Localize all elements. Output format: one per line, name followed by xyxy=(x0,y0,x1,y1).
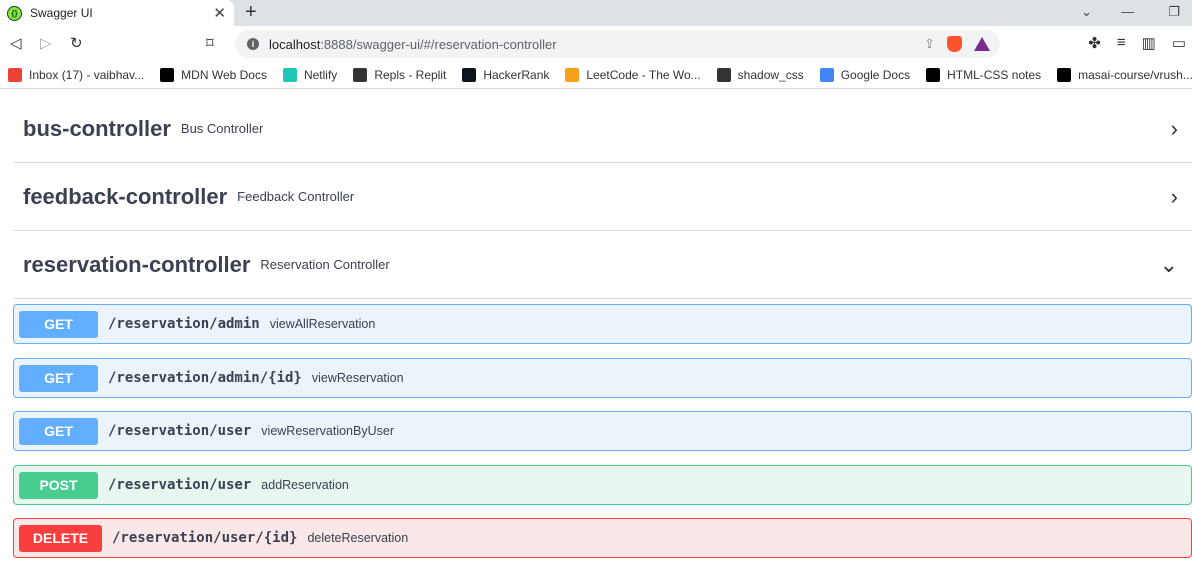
bookmarks-bar: Inbox (17) - vaibhav... MDN Web Docs Netli… xyxy=(0,62,1192,89)
google-docs-icon xyxy=(819,68,834,82)
netlify-icon xyxy=(282,68,297,82)
bookmark-item[interactable]: Inbox (17) - vaibhav... xyxy=(8,68,144,82)
operation-path: /reservation/admin xyxy=(108,316,260,332)
swagger-icon: {} xyxy=(7,5,22,21)
bookmark-icon[interactable]: ⌑ xyxy=(206,34,214,52)
url-text: localhost:8888/swagger-ui/#/reservation-… xyxy=(269,37,557,52)
operation-summary: addReservation xyxy=(261,478,349,492)
tag-description: Reservation Controller xyxy=(260,257,390,272)
url-host: localhost xyxy=(269,36,321,52)
notion-icon xyxy=(926,68,941,82)
address-bar[interactable]: i localhost:8888/swagger-ui/#/reservatio… xyxy=(235,30,1000,58)
bookmark-item[interactable]: masai-course/vrush... xyxy=(1057,68,1192,82)
browser-tab[interactable]: {} Swagger UI ✕ xyxy=(0,0,234,26)
tag-description: Feedback Controller xyxy=(237,189,355,204)
method-badge: GET xyxy=(19,364,98,392)
bookmark-label: Repls - Replit xyxy=(374,68,447,82)
method-badge: GET xyxy=(19,417,98,445)
bookmark-item[interactable]: Google Docs xyxy=(819,68,911,82)
leetcode-icon xyxy=(565,68,580,82)
forward-icon[interactable]: ▷ xyxy=(40,34,52,52)
brave-rewards-icon[interactable] xyxy=(974,37,990,51)
chevron-down-icon[interactable]: ⌄ xyxy=(1160,252,1178,278)
operation-summary: viewReservation xyxy=(311,371,404,385)
tag-section-feedback-controller[interactable]: feedback-controller Feedback Controller › xyxy=(14,163,1192,231)
bookmark-label: HTML-CSS notes xyxy=(947,68,1042,82)
new-tab-icon[interactable]: + xyxy=(245,0,257,24)
replit-icon xyxy=(353,68,368,82)
tag-section-reservation-controller[interactable]: reservation-controller Reservation Contro… xyxy=(14,231,1192,299)
bookmark-label: Google Docs xyxy=(840,68,911,82)
bookmark-label: shadow_css xyxy=(737,68,804,82)
tag-section-bus-controller[interactable]: bus-controller Bus Controller › xyxy=(14,95,1192,163)
operation-delete[interactable]: DELETE/reservation/user/{id} deleteReserv… xyxy=(13,518,1192,558)
operation-summary: deleteReservation xyxy=(307,531,409,545)
chevron-right-icon[interactable]: › xyxy=(1171,184,1178,210)
operation-path: /reservation/user/{id} xyxy=(112,530,298,546)
minimize-icon[interactable]: — xyxy=(1121,4,1134,19)
bookmark-label: masai-course/vrush... xyxy=(1078,68,1192,82)
tab-strip: {} Swagger UI ✕ + ⌄ — ❐ xyxy=(0,0,1192,26)
bookmark-label: HackerRank xyxy=(483,68,550,82)
sidebar-icon[interactable]: ▥ xyxy=(1142,34,1156,52)
bookmark-item[interactable]: MDN Web Docs xyxy=(160,68,267,82)
operation-get[interactable]: GET/reservation/admin/{id} viewReservatio… xyxy=(13,358,1192,398)
operation-get[interactable]: GET/reservation/user viewReservationByUse… xyxy=(13,411,1192,451)
bookmark-item[interactable]: LeetCode - The Wo... xyxy=(565,68,701,82)
gmail-icon xyxy=(8,68,22,82)
site-info-icon[interactable]: i xyxy=(247,38,259,50)
bookmark-label: Netlify xyxy=(303,68,338,82)
shadow-css-icon xyxy=(716,68,731,82)
operation-path: /reservation/user xyxy=(108,423,252,439)
operation-summary: viewAllReservation xyxy=(269,317,376,331)
bookmark-item[interactable]: Netlify xyxy=(282,68,338,82)
bookmark-item[interactable]: shadow_css xyxy=(716,68,804,82)
close-tab-icon[interactable]: ✕ xyxy=(213,4,226,22)
tag-description: Bus Controller xyxy=(180,121,264,136)
back-icon[interactable]: ◁ xyxy=(10,34,22,52)
share-icon[interactable]: ⇪ xyxy=(924,36,935,52)
github-icon xyxy=(1057,68,1072,82)
tag-name: feedback-controller xyxy=(23,183,228,209)
bookmark-label: LeetCode - The Wo... xyxy=(586,68,701,82)
operation-path: /reservation/admin/{id} xyxy=(108,370,302,386)
tab-search-icon[interactable]: ⌄ xyxy=(1081,4,1092,20)
method-badge: DELETE xyxy=(19,524,102,552)
tab-title: Swagger UI xyxy=(30,6,93,20)
hackerrank-icon xyxy=(462,68,477,82)
wallet-icon[interactable]: ▭ xyxy=(1172,34,1186,52)
mdn-icon xyxy=(160,68,175,82)
bookmark-item[interactable]: HTML-CSS notes xyxy=(926,68,1041,82)
method-badge: POST xyxy=(19,471,98,499)
restore-icon[interactable]: ❐ xyxy=(1168,4,1180,20)
extensions-icon[interactable]: ✤ xyxy=(1088,34,1101,52)
operation-get[interactable]: GET/reservation/admin viewAllReservation xyxy=(13,304,1192,344)
operation-path: /reservation/user xyxy=(108,477,252,493)
url-path: :8888/swagger-ui/#/reservation-controlle… xyxy=(320,36,557,52)
tag-name: bus-controller xyxy=(23,115,171,141)
bookmark-item[interactable]: HackerRank xyxy=(462,68,549,82)
bookmark-label: MDN Web Docs xyxy=(181,68,267,82)
bookmark-item[interactable]: Repls - Replit xyxy=(353,68,446,82)
tag-name: reservation-controller xyxy=(23,251,251,277)
swagger-content: bus-controller Bus Controller › feedback-co… xyxy=(0,89,1192,561)
method-badge: GET xyxy=(19,310,98,338)
reload-icon[interactable]: ↻ xyxy=(70,34,83,52)
chevron-right-icon[interactable]: › xyxy=(1171,116,1178,142)
playlist-icon[interactable]: ≡ xyxy=(1117,34,1126,52)
browser-toolbar: ◁ ▷ ↻ ⌑ i localhost:8888/swagger-ui/#/re… xyxy=(0,26,1192,62)
operation-post[interactable]: POST/reservation/user addReservation xyxy=(13,465,1192,505)
brave-shields-icon[interactable] xyxy=(947,36,962,52)
bookmark-label: Inbox (17) - vaibhav... xyxy=(29,68,145,82)
operation-summary: viewReservationByUser xyxy=(261,424,394,438)
